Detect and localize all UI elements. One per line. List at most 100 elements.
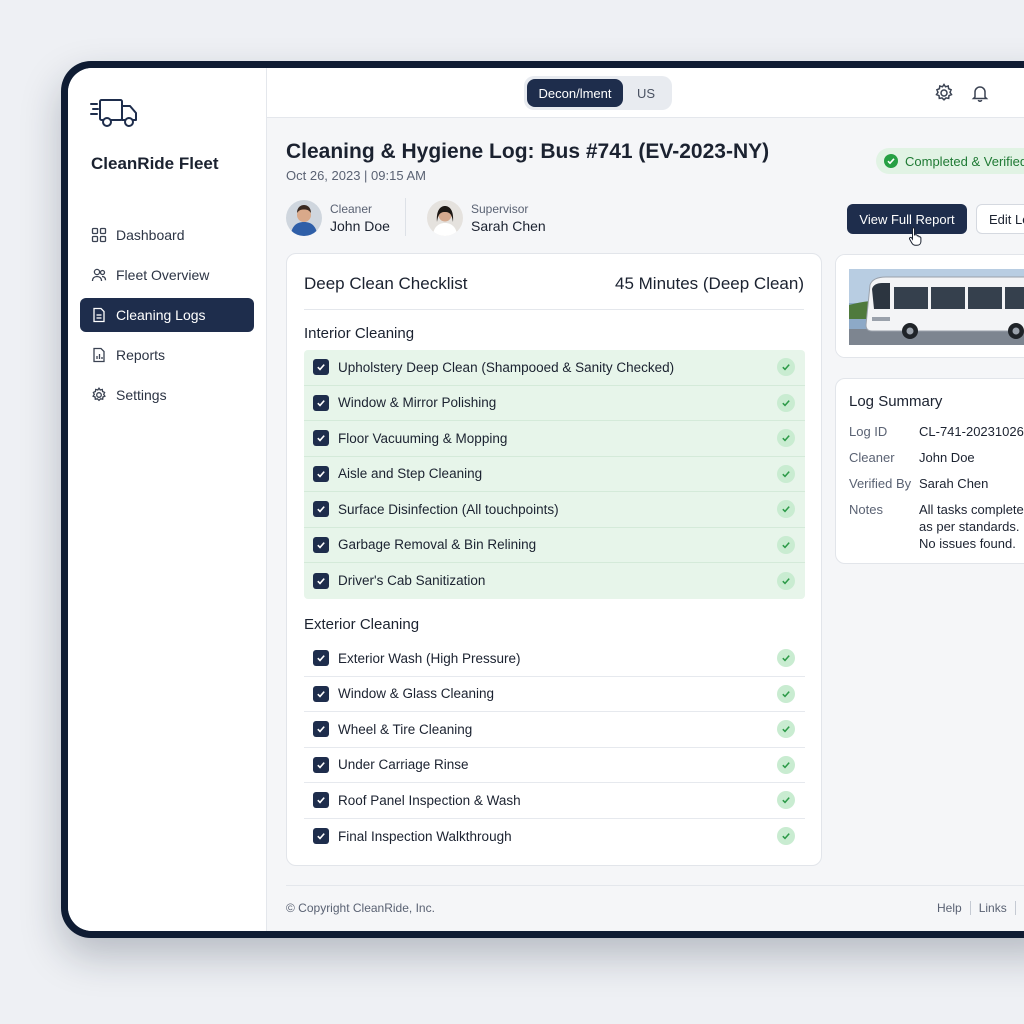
supervisor-role-label: Supervisor [471, 202, 529, 216]
page-title: Cleaning & Hygiene Log: Bus #741 (EV-202… [286, 140, 770, 163]
exterior-section-title: Exterior Cleaning [304, 616, 420, 633]
checklist-item-label: Window & Mirror Polishing [338, 395, 497, 411]
checklist-item-label: Surface Disinfection (All touchpoints) [338, 501, 559, 517]
exterior-checklist: Exterior Wash (High Pressure) Window & Gl… [304, 641, 805, 854]
footer-link-privacy[interactable]: Privacy [1016, 901, 1024, 915]
checklist-item: Garbage Removal & Bin Relining [304, 528, 805, 563]
segment-control: Decon/lment US [524, 76, 672, 110]
sidebar-item-settings[interactable]: Settings [80, 378, 254, 412]
check-mark-icon [777, 500, 795, 519]
log-summary-title: Log Summary [849, 393, 943, 410]
document-icon [93, 307, 105, 323]
sidebar: CleanRide Fleet Dashboard Fleet Overview… [68, 68, 267, 931]
summary-row-verified-by: Verified By Sarah Chen [849, 476, 988, 493]
summary-value: CL-741-20231026 [919, 424, 1024, 439]
sidebar-item-label: Cleaning Logs [116, 307, 206, 323]
checkbox[interactable] [313, 792, 329, 809]
checklist-item-label: Driver's Cab Sanitization [338, 573, 486, 589]
checklist-item: Upholstery Deep Clean (Shampooed & Sanit… [304, 350, 805, 386]
check-mark-icon [777, 827, 795, 846]
checklist-header: Deep Clean Checklist 45 Minutes (Deep Cl… [304, 274, 804, 310]
summary-row-log-id: Log ID CL-741-20231026 [849, 424, 1024, 441]
summary-key: Verified By [849, 476, 912, 491]
checklist-item: Floor Vacuuming & Mopping [304, 421, 805, 457]
check-mark-icon [777, 720, 795, 739]
checklist-item: Under Carriage Rinse [304, 748, 805, 783]
checklist-item-label: Under Carriage Rinse [338, 757, 469, 773]
checkbox[interactable] [313, 394, 329, 411]
top-bar: Decon/lment US [267, 68, 1024, 118]
checklist-item: Driver's Cab Sanitization [304, 563, 805, 599]
segment-us[interactable]: US [623, 79, 669, 107]
truck-logo-icon [90, 99, 137, 127]
cleaner-role-label: Cleaner [330, 202, 373, 216]
checkbox[interactable] [313, 650, 329, 667]
checklist-item: Window & Mirror Polishing [304, 386, 805, 421]
checklist-duration: 45 Minutes (Deep Clean) [615, 274, 804, 293]
checkbox[interactable] [313, 536, 329, 553]
interior-section-title: Interior Cleaning [304, 325, 415, 342]
footer-links: Help Links Privacy [937, 901, 1024, 915]
checklist-item: Surface Disinfection (All touchpoints) [304, 492, 805, 528]
checkbox[interactable] [313, 359, 329, 376]
view-full-report-button[interactable]: View Full Report [847, 204, 967, 234]
check-mark-icon [777, 535, 795, 554]
checklist-item-label: Aisle and Step Cleaning [338, 466, 483, 482]
check-mark-icon [777, 393, 795, 412]
checklist-item: Roof Panel Inspection & Wash [304, 783, 805, 819]
checklist-item-label: Floor Vacuuming & Mopping [338, 430, 508, 446]
segment-deployment[interactable]: Decon/lment [527, 79, 623, 107]
check-circle-icon [884, 154, 898, 168]
sidebar-item-dashboard[interactable]: Dashboard [80, 218, 254, 252]
cleaner-name: John Doe [330, 218, 390, 234]
check-mark-icon [777, 464, 795, 483]
users-icon [91, 268, 107, 282]
checklist-item: Aisle and Step Cleaning [304, 457, 805, 492]
sidebar-item-label: Fleet Overview [116, 267, 210, 283]
log-datetime: Oct 26, 2023 | 09:15 AM [286, 168, 426, 183]
summary-row-notes: Notes All tasks completed as per standar… [849, 502, 1024, 553]
gear-icon[interactable] [934, 83, 954, 103]
summary-value: Sarah Chen [919, 476, 989, 491]
bus-image [835, 254, 1024, 358]
supervisor-name: Sarah Chen [471, 218, 546, 234]
footer-link-help[interactable]: Help [937, 901, 971, 915]
sidebar-nav: Dashboard Fleet Overview Cleaning Logs R… [80, 218, 254, 418]
supervisor-avatar [427, 200, 463, 236]
bell-icon[interactable] [970, 83, 990, 103]
checkbox[interactable] [313, 685, 329, 702]
checklist-item: Window & Glass Cleaning [304, 677, 805, 712]
checklist-card: Deep Clean Checklist 45 Minutes (Deep Cl… [286, 253, 822, 866]
sidebar-item-reports[interactable]: Reports [80, 338, 254, 372]
status-badge: Completed & Verified [876, 148, 1024, 174]
checkbox[interactable] [313, 430, 329, 447]
summary-key: Notes [849, 502, 883, 517]
check-mark-icon [777, 791, 795, 810]
summary-value: All tasks completed as per standards. No… [919, 502, 1024, 551]
check-mark-icon [777, 571, 795, 590]
summary-value: John Doe [919, 450, 975, 465]
supervisor-info: Supervisor Sarah Chen [427, 199, 546, 237]
checkbox[interactable] [313, 828, 329, 845]
checkbox[interactable] [313, 721, 329, 738]
gear-icon [92, 387, 106, 402]
footer: © Copyright CleanRide, Inc. Help Links P… [286, 885, 1024, 931]
sidebar-item-fleet-overview[interactable]: Fleet Overview [80, 258, 254, 292]
cleaner-avatar [286, 200, 322, 236]
checklist-item-label: Garbage Removal & Bin Relining [338, 537, 537, 553]
check-mark-icon [777, 358, 795, 377]
checklist-item-label: Exterior Wash (High Pressure) [338, 650, 521, 666]
grid-icon [91, 227, 107, 243]
checklist-item: Final Inspection Walkthrough [304, 819, 805, 855]
sidebar-item-cleaning-logs[interactable]: Cleaning Logs [80, 298, 254, 332]
checkbox[interactable] [313, 465, 329, 482]
copyright-text: © Copyright CleanRide, Inc. [286, 901, 435, 915]
edit-log-button[interactable]: Edit Log [976, 204, 1024, 234]
footer-link-links[interactable]: Links [971, 901, 1016, 915]
checkbox[interactable] [313, 756, 329, 773]
interior-checklist: Upholstery Deep Clean (Shampooed & Sanit… [304, 350, 805, 599]
checkbox[interactable] [313, 572, 329, 589]
app-window: CleanRide Fleet Dashboard Fleet Overview… [68, 68, 1024, 931]
checkbox[interactable] [313, 501, 329, 518]
checklist-item: Wheel & Tire Cleaning [304, 712, 805, 748]
